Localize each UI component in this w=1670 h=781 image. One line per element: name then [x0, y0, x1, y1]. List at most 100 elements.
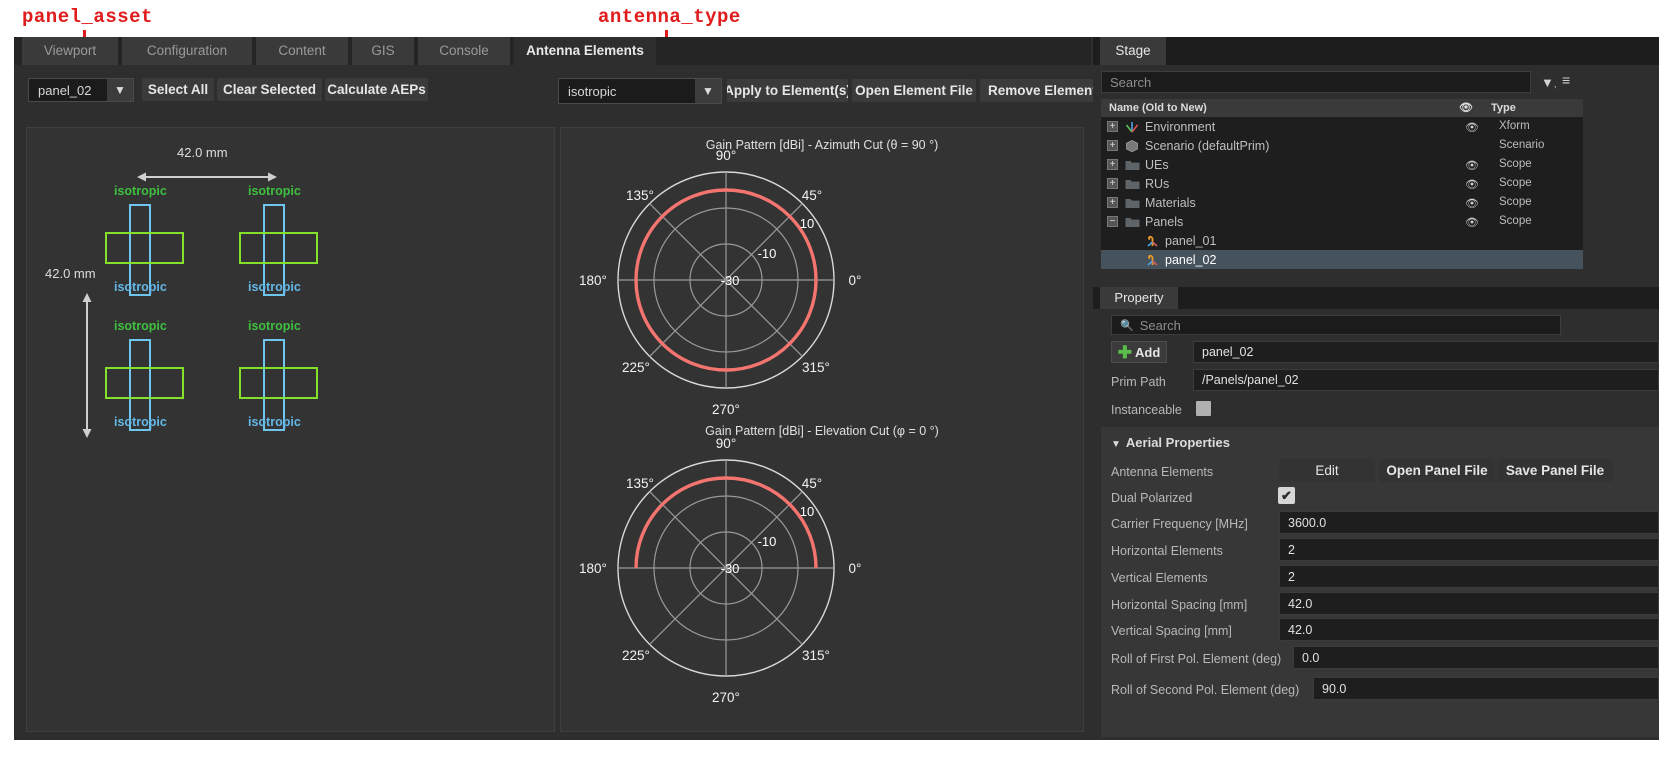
tab-console[interactable]: Console [418, 37, 510, 65]
expander-icon[interactable]: + [1107, 140, 1118, 151]
stage-tree-row-scenario[interactable]: + Scenario (defaultPrim) Scenario [1101, 136, 1583, 155]
save-panel-file-button[interactable]: Save Panel File [1497, 459, 1613, 482]
stage-tree-row-rus[interactable]: + RUs 👁 Scope [1101, 174, 1583, 193]
tab-label: GIS [371, 43, 394, 58]
button-label: Clear Selected [223, 82, 316, 97]
stage-search-input[interactable]: Search [1101, 71, 1531, 93]
filter-icon[interactable]: ▼, [1541, 75, 1556, 90]
aerial-properties-header[interactable]: ▼Aerial Properties [1111, 435, 1230, 450]
screenshot-root: panel_asset antenna_type Viewport Config… [0, 0, 1670, 781]
svg-text:270°: 270° [712, 690, 740, 705]
folder-icon [1125, 197, 1140, 209]
roll-first-pol-field[interactable]: 0.0 [1293, 646, 1659, 669]
vertical-elements-field[interactable]: 2 [1279, 565, 1659, 588]
prim-path-field[interactable]: /Panels/panel_02 [1193, 369, 1659, 391]
magnifier-icon: 🔍 [1120, 319, 1134, 332]
svg-text:225°: 225° [622, 648, 650, 663]
stage-row-type: Xform [1499, 120, 1530, 132]
roll-second-pol-field[interactable]: 90.0 [1313, 677, 1659, 700]
hamburger-menu-icon[interactable]: ≡ [1562, 73, 1570, 87]
stage-tree-row-environment[interactable]: + Environment 👁 Xform [1101, 117, 1583, 136]
stage-tree-row-panel-02[interactable]: panel_02 [1101, 250, 1583, 269]
eye-icon[interactable]: 👁 [1465, 216, 1479, 229]
open-panel-file-button[interactable]: Open Panel File [1379, 459, 1495, 482]
element-bottom-label: isotropic [114, 415, 167, 429]
tab-configuration[interactable]: Configuration [122, 37, 252, 65]
folder-icon [1125, 178, 1140, 190]
tab-property[interactable]: Property [1100, 287, 1178, 309]
expander-icon[interactable]: + [1107, 121, 1118, 132]
button-label: Open Panel File [1386, 463, 1487, 478]
right-dock: Stage Search ▼, ≡ Name (Old to New) 👁 Ty… [1093, 37, 1659, 740]
stage-row-name: Materials [1145, 196, 1196, 210]
open-element-file-button[interactable]: Open Element File [852, 79, 976, 102]
plus-icon: ✚ [1118, 346, 1132, 359]
button-label: Add [1135, 345, 1160, 360]
element-layout-canvas[interactable]: 42.0 mm 42.0 mm isotropic isotropic [26, 127, 555, 732]
horizontal-elements-field[interactable]: 2 [1279, 538, 1659, 561]
calculate-aeps-button[interactable]: Calculate AEPs [325, 78, 428, 101]
stage-tree-row-panel-01[interactable]: panel_01 [1101, 231, 1583, 250]
antenna-prim-icon [1145, 234, 1160, 248]
stage-search-placeholder: Search [1110, 75, 1151, 90]
panel-asset-select[interactable]: panel_02 ▼ [28, 78, 134, 102]
eye-icon[interactable]: 👁 [1465, 178, 1479, 191]
stage-row-name: panel_01 [1165, 234, 1216, 248]
element-bottom-label: isotropic [248, 415, 301, 429]
apply-to-elements-button[interactable]: Apply to Element(s) [727, 79, 848, 102]
eye-icon[interactable]: 👁 [1465, 197, 1479, 210]
tab-content[interactable]: Content [256, 37, 348, 65]
chevron-down-icon: ▼ [107, 79, 133, 101]
tab-label: Property [1114, 290, 1163, 305]
field-value: 42.0 [1288, 597, 1312, 611]
edit-antenna-elements-button[interactable]: Edit [1279, 459, 1375, 482]
add-property-button[interactable]: ✚Add [1111, 341, 1167, 363]
select-all-button[interactable]: Select All [142, 78, 214, 101]
stage-tree-row-ues[interactable]: + UEs 👁 Scope [1101, 155, 1583, 174]
eye-icon[interactable]: 👁 [1465, 121, 1479, 134]
svg-text:10: 10 [800, 504, 814, 519]
tab-label: Console [439, 43, 489, 58]
horizontal-spacing-field[interactable]: 42.0 [1279, 592, 1659, 615]
prim-name-field[interactable]: panel_02 [1193, 341, 1659, 363]
carrier-frequency-field[interactable]: 3600.0 [1279, 511, 1659, 534]
horizontal-elements-label: Horizontal Elements [1111, 544, 1223, 558]
tab-label: Stage [1115, 43, 1150, 58]
clear-selected-button[interactable]: Clear Selected [217, 78, 322, 101]
tab-gis[interactable]: GIS [352, 37, 414, 65]
stage-row-type: Scope [1499, 158, 1532, 170]
tab-viewport[interactable]: Viewport [22, 37, 118, 65]
horizontal-spacing-dim-label: 42.0 mm [177, 145, 228, 160]
svg-text:0°: 0° [849, 561, 862, 576]
chevron-down-icon: ▼ [695, 79, 721, 103]
roll-first-pol-label: Roll of First Pol. Element (deg) [1111, 652, 1281, 666]
tab-antenna-elements[interactable]: Antenna Elements [514, 37, 656, 65]
stage-row-type: Scope [1499, 196, 1532, 208]
svg-text:315°: 315° [802, 360, 830, 375]
collapse-icon[interactable]: − [1107, 216, 1118, 227]
dual-polarized-label: Dual Polarized [1111, 491, 1192, 505]
stage-tree-row-materials[interactable]: + Materials 👁 Scope [1101, 193, 1583, 212]
expander-icon[interactable]: + [1107, 197, 1118, 208]
tab-label: Configuration [147, 43, 227, 58]
stage-row-name: RUs [1145, 177, 1169, 191]
antenna-type-select[interactable]: isotropic ▼ [558, 78, 722, 104]
horizontal-dim-arrow [137, 170, 277, 184]
element-top-label: isotropic [248, 319, 301, 333]
expander-icon[interactable]: + [1107, 178, 1118, 189]
button-label: Calculate AEPs [327, 82, 426, 97]
tab-stage[interactable]: Stage [1100, 37, 1166, 65]
svg-text:-30: -30 [721, 273, 740, 288]
svg-text:135°: 135° [626, 476, 654, 491]
stage-tree-row-panels[interactable]: − Panels 👁 Scope [1101, 212, 1583, 231]
stage-panel: Search ▼, ≡ Name (Old to New) 👁 Type [1093, 65, 1659, 287]
instanceable-label: Instanceable [1111, 403, 1182, 417]
expander-icon[interactable]: + [1107, 159, 1118, 170]
antenna-prim-icon [1145, 253, 1160, 267]
property-search-input[interactable]: 🔍 Search [1111, 315, 1561, 335]
stage-tabstrip [1093, 37, 1659, 65]
vertical-spacing-field[interactable]: 42.0 [1279, 618, 1659, 641]
instanceable-checkbox[interactable] [1196, 401, 1211, 416]
eye-icon[interactable]: 👁 [1465, 159, 1479, 172]
dual-polarized-checkbox[interactable]: ✔ [1278, 487, 1295, 504]
